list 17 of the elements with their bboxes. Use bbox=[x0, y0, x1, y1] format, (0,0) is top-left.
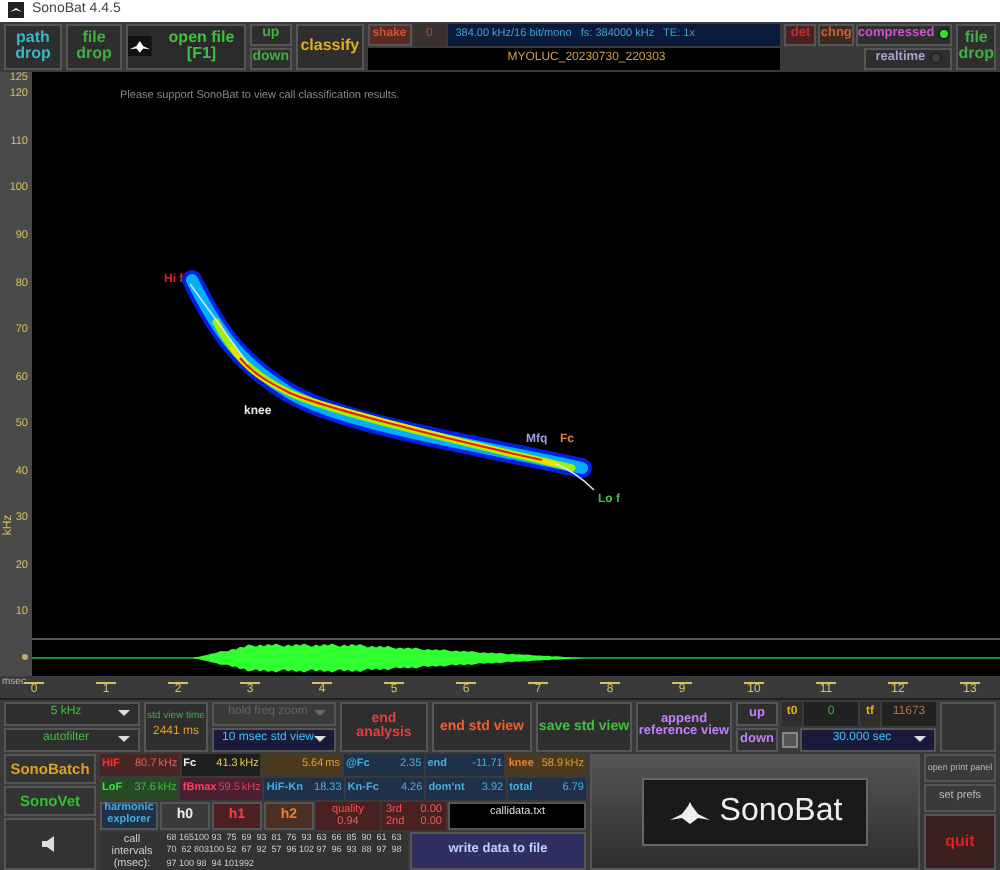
caret-icon bbox=[314, 736, 327, 743]
checkbox[interactable] bbox=[782, 731, 798, 748]
caret-icon bbox=[118, 710, 130, 717]
quit-button[interactable]: quit bbox=[924, 813, 996, 870]
file-drop-button[interactable]: file drop bbox=[956, 23, 996, 70]
open-file-button[interactable]: open file [F1] bbox=[126, 23, 246, 70]
speaker-icon bbox=[40, 833, 60, 854]
file-drop-button[interactable]: file drop bbox=[65, 23, 123, 70]
classify-button[interactable]: classify bbox=[296, 23, 364, 70]
caret-icon bbox=[118, 736, 130, 743]
speaker-button[interactable] bbox=[4, 817, 96, 870]
bat-icon bbox=[128, 34, 152, 59]
logo-text: SonoBat bbox=[719, 791, 843, 832]
caret-icon bbox=[914, 736, 926, 743]
path-drop-button[interactable]: path drop bbox=[4, 23, 62, 70]
caret-icon bbox=[314, 710, 326, 717]
bat-icon bbox=[667, 797, 712, 826]
